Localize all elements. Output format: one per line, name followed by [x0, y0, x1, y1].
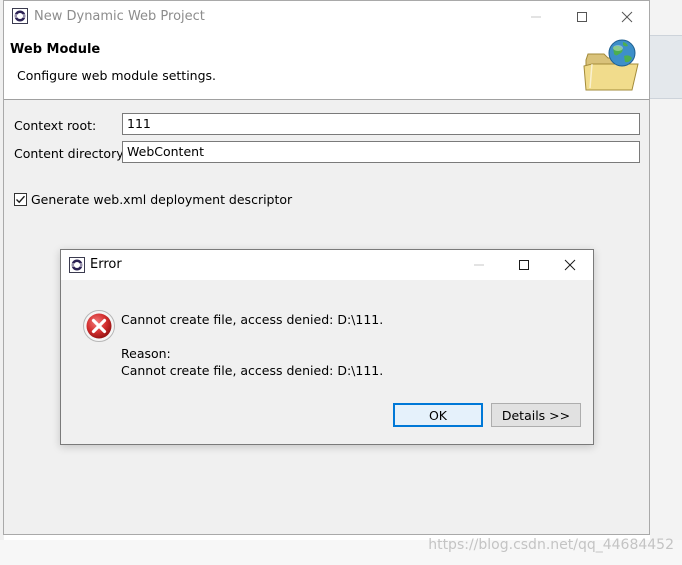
eclipse-app-icon	[69, 257, 85, 273]
wizard-titlebar[interactable]: New Dynamic Web Project	[4, 1, 649, 33]
reason-label: Reason:	[121, 346, 171, 361]
eclipse-app-icon	[12, 8, 28, 24]
content-directory-label: Content directory:	[14, 146, 127, 161]
maximize-button[interactable]	[560, 1, 604, 33]
watermark-text: https://blog.csdn.net/qq_44684452	[428, 537, 674, 553]
content-directory-input[interactable]: WebContent	[122, 141, 640, 163]
context-root-label: Context root:	[14, 118, 97, 133]
error-maximize-button[interactable]	[502, 250, 546, 280]
error-icon	[82, 309, 116, 343]
wizard-header: Web Module Configure web module settings…	[4, 33, 649, 100]
error-close-button[interactable]	[548, 250, 592, 280]
page-title: Web Module	[10, 42, 101, 57]
reason-detail: Cannot create file, access denied: D:\11…	[121, 363, 384, 378]
close-button[interactable]	[605, 1, 649, 33]
generate-web-xml-label: Generate web.xml deployment descriptor	[31, 192, 293, 207]
error-message: Cannot create file, access denied: D:\11…	[121, 312, 384, 327]
generate-web-xml-option[interactable]: Generate web.xml deployment descriptor	[14, 192, 292, 207]
folder-globe-icon	[578, 38, 642, 94]
error-dialog-title: Error	[90, 257, 122, 272]
context-root-input[interactable]: 111	[122, 113, 640, 135]
error-minimize-button[interactable]	[457, 250, 501, 280]
error-dialog: Error Cannot create file, access denied:…	[60, 249, 594, 445]
error-dialog-titlebar[interactable]: Error	[61, 250, 593, 280]
generate-web-xml-checkbox[interactable]	[14, 193, 27, 206]
ide-toolbar-strip	[650, 35, 682, 99]
ok-button[interactable]: OK	[393, 403, 483, 427]
details-button[interactable]: Details >>	[491, 403, 581, 427]
page-description: Configure web module settings.	[17, 68, 217, 83]
minimize-button[interactable]	[514, 1, 558, 33]
wizard-title: New Dynamic Web Project	[34, 9, 205, 24]
